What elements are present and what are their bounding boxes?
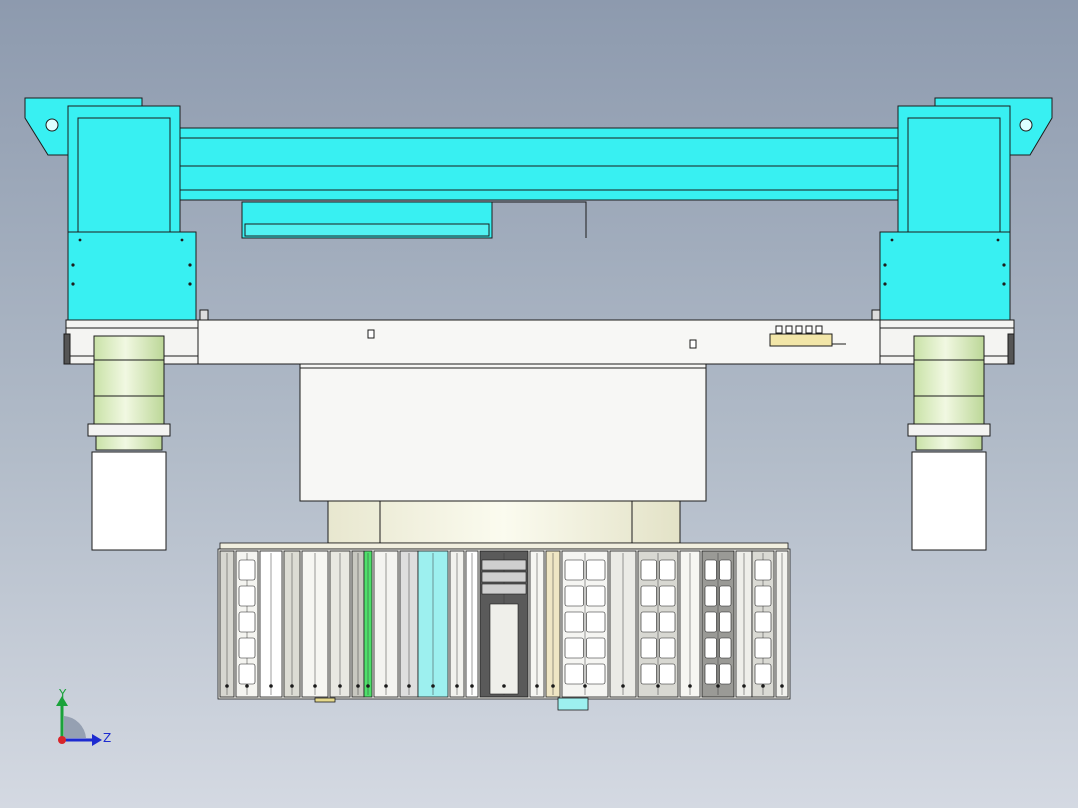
carousel-slot	[259, 550, 283, 698]
carousel-slot	[373, 550, 399, 698]
carousel-slot	[529, 550, 545, 698]
carousel-slot	[449, 550, 465, 698]
gantry-frame[interactable]	[24, 97, 1053, 335]
right-motor	[911, 451, 987, 551]
carousel-slot	[735, 550, 753, 698]
carousel-slot	[479, 550, 529, 698]
carousel-slot	[351, 550, 365, 698]
carousel-slot	[701, 550, 735, 698]
carousel-slot	[637, 550, 679, 698]
crossbeam	[179, 127, 899, 239]
carousel-slot	[545, 550, 561, 698]
carousel-slot	[417, 550, 449, 698]
carousel-slot	[775, 550, 789, 698]
carousel-slot	[363, 550, 373, 698]
left-actuator[interactable]	[87, 335, 171, 551]
z-axis-label: Z	[103, 731, 112, 745]
y-axis-label: Y	[59, 687, 67, 701]
carousel-slot	[751, 550, 775, 698]
carousel-slot	[329, 550, 351, 698]
left-column	[67, 105, 197, 335]
right-column	[879, 105, 1011, 335]
carousel-slot	[465, 550, 479, 698]
carousel-slot	[679, 550, 701, 698]
tool-carousel[interactable]	[217, 542, 791, 711]
carousel-slot	[219, 550, 235, 698]
origin-dot	[58, 736, 66, 744]
center-drum	[327, 500, 681, 544]
carousel-slot	[609, 550, 637, 698]
left-mount-hole	[45, 118, 59, 132]
left-motor	[91, 451, 167, 551]
plate-beam[interactable]	[63, 309, 1015, 365]
carousel-slot	[399, 550, 419, 698]
right-actuator[interactable]	[907, 335, 991, 551]
center-housing[interactable]	[299, 363, 707, 544]
cad-model-view[interactable]	[0, 0, 1078, 808]
right-mount-hole	[1019, 118, 1033, 132]
cad-viewport[interactable]: Y Z	[0, 0, 1078, 808]
carousel-slot	[301, 550, 329, 698]
terminal-block	[769, 333, 833, 347]
carousel-slot	[235, 550, 259, 698]
carousel-slot	[283, 550, 301, 698]
carousel-slot	[561, 550, 609, 698]
